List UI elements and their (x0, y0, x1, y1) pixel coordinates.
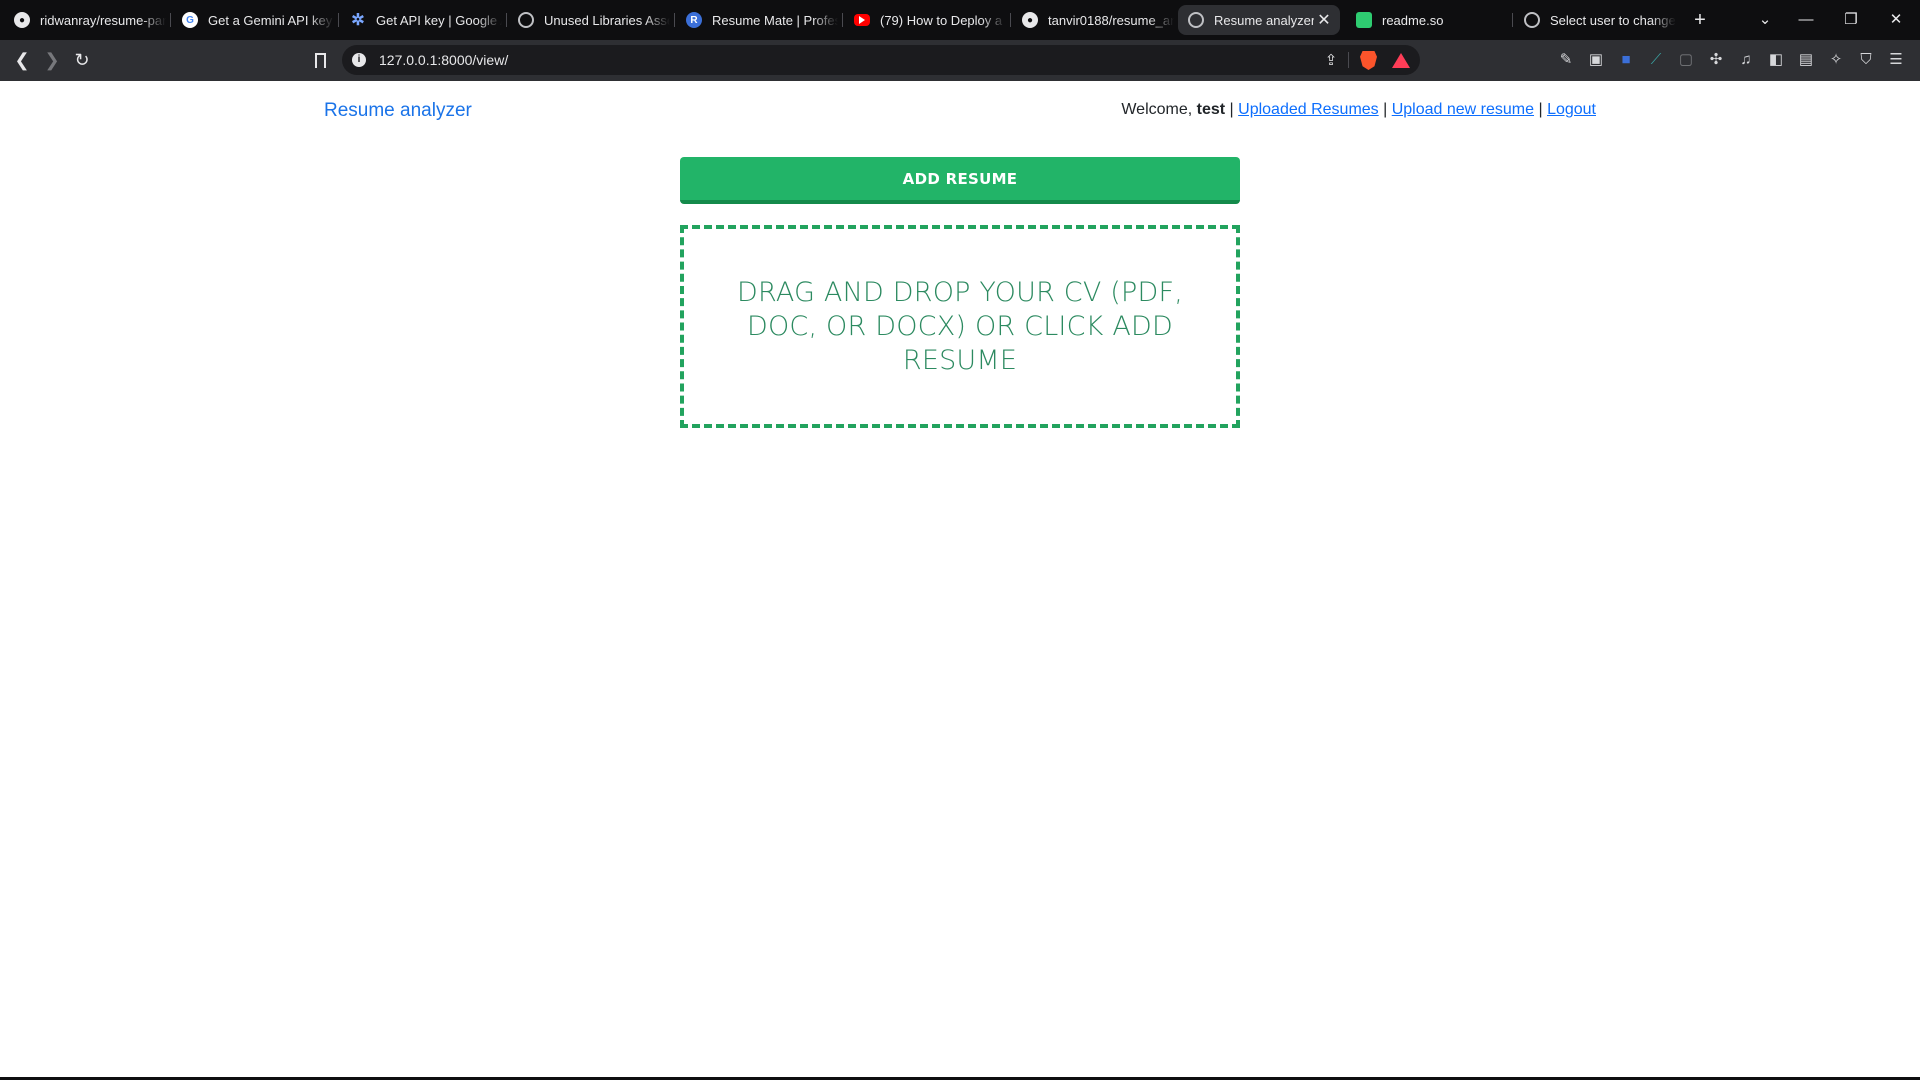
minimize-icon[interactable]: — (1786, 5, 1826, 35)
tab-google-ai-studio[interactable]: ✲ Get API key | Google AI Studio (340, 5, 502, 35)
globe-icon (518, 12, 534, 28)
youtube-icon (854, 14, 870, 26)
menu-icon[interactable]: ☰ (1886, 50, 1906, 70)
tab-readme-so[interactable]: readme.so (1346, 5, 1508, 35)
extension-gray-icon[interactable]: ▣ (1586, 50, 1606, 70)
nav-separator: | (1225, 101, 1239, 118)
add-resume-button[interactable]: ADD RESUME (680, 157, 1240, 204)
brand-link[interactable]: Resume analyzer (324, 100, 472, 122)
tab-resume-mate[interactable]: R Resume Mate | Professional (676, 5, 838, 35)
tab-title: Resume analyzer (1214, 12, 1314, 28)
close-tab-icon[interactable]: ✕ (1314, 10, 1334, 30)
tab-resume-analyzer-repo[interactable]: ● tanvir0188/resume_analyzer (1012, 5, 1174, 35)
back-icon[interactable]: ❮ (7, 45, 37, 75)
brave-rewards-icon[interactable] (1392, 53, 1410, 68)
readme-icon (1356, 12, 1372, 28)
uploaded-resumes-link[interactable]: Uploaded Resumes (1238, 101, 1379, 118)
extensions-puzzle-icon[interactable]: ✣ (1706, 50, 1726, 70)
close-window-icon[interactable]: ✕ (1876, 5, 1916, 35)
user-nav: Welcome, test | Uploaded Resumes | Uploa… (1121, 101, 1596, 119)
github-icon: ● (1022, 12, 1038, 28)
extension-dim-icon[interactable]: ▢ (1676, 50, 1696, 70)
restore-icon[interactable]: ❐ (1831, 5, 1871, 35)
nav-separator: | (1534, 101, 1548, 118)
leo-ai-icon[interactable]: ✧ (1826, 50, 1846, 70)
username: test (1196, 101, 1226, 118)
vpn-shield-icon[interactable]: ⛉ (1856, 50, 1876, 70)
dropzone-text: DRAG AND DROP YOUR CV (PDF, DOC, OR DOCX… (736, 276, 1184, 376)
bookmark-icon[interactable] (305, 45, 335, 75)
browser-toolbar: ❮ ❯ ↻ i 127.0.0.1:8000/view/ ⇪ ✎ ▣ ■ ⟋ ▢… (0, 40, 1920, 81)
logout-link[interactable]: Logout (1547, 101, 1596, 118)
tab-title: readme.so (1382, 12, 1444, 28)
tab-title: Get API key | Google AI Studio (376, 12, 502, 28)
github-icon: ● (14, 12, 30, 28)
tab-title: Get a Gemini API key (208, 12, 333, 28)
nav-separator: | (1378, 101, 1392, 118)
page-content: Resume analyzer Welcome, test | Uploaded… (0, 81, 1920, 1077)
tab-django-users[interactable]: Select user to change | Django (1514, 5, 1676, 35)
upload-new-resume-link[interactable]: Upload new resume (1392, 101, 1534, 118)
reload-icon[interactable]: ↻ (67, 45, 97, 75)
globe-icon (1188, 12, 1204, 28)
music-icon[interactable]: ♫ (1736, 50, 1756, 70)
extension-blue-icon[interactable]: ■ (1616, 50, 1636, 70)
tab-gemini-api-key[interactable]: G Get a Gemini API key (172, 5, 334, 35)
tab-title: ridwanray/resume-parser (40, 12, 166, 28)
globe-icon (1524, 12, 1540, 28)
tab-resume-analyzer[interactable]: Resume analyzer ✕ (1178, 5, 1340, 35)
brave-shields-icon[interactable] (1360, 51, 1377, 70)
google-icon: G (182, 12, 198, 28)
tab-youtube-deploy[interactable]: (79) How to Deploy a Django (844, 5, 1006, 35)
pen-icon[interactable]: ✎ (1556, 50, 1576, 70)
address-text[interactable]: 127.0.0.1:8000/view/ (379, 52, 508, 68)
site-info-icon[interactable]: i (352, 53, 366, 67)
resume-dropzone[interactable]: DRAG AND DROP YOUR CV (PDF, DOC, OR DOCX… (680, 225, 1240, 428)
resume-mate-icon: R (686, 12, 702, 28)
sidebar-icon[interactable]: ◧ (1766, 50, 1786, 70)
tab-title: Unused Libraries Assessment (544, 12, 670, 28)
new-tab-button[interactable]: + (1685, 5, 1715, 35)
forward-icon[interactable]: ❯ (37, 45, 67, 75)
extension-teal-icon[interactable]: ⟋ (1646, 50, 1666, 70)
tab-title: Select user to change | Django (1550, 12, 1676, 28)
address-bar[interactable]: i 127.0.0.1:8000/view/ ⇪ (342, 45, 1420, 75)
tab-title: Resume Mate | Professional (712, 12, 838, 28)
tab-resume-parser[interactable]: ● ridwanray/resume-parser (4, 5, 166, 35)
tab-search-chevron-icon[interactable]: ⌄ (1745, 5, 1785, 35)
wallet-icon[interactable]: ▤ (1796, 50, 1816, 70)
ai-studio-icon: ✲ (351, 12, 365, 29)
tab-title: tanvir0188/resume_analyzer (1048, 12, 1174, 28)
welcome-text: Welcome, (1121, 101, 1197, 118)
share-icon[interactable]: ⇪ (1322, 51, 1340, 69)
tab-strip: ● ridwanray/resume-parser G Get a Gemini… (0, 0, 1920, 40)
tab-title: (79) How to Deploy a Django (880, 12, 1006, 28)
tab-unused-libraries[interactable]: Unused Libraries Assessment (508, 5, 670, 35)
